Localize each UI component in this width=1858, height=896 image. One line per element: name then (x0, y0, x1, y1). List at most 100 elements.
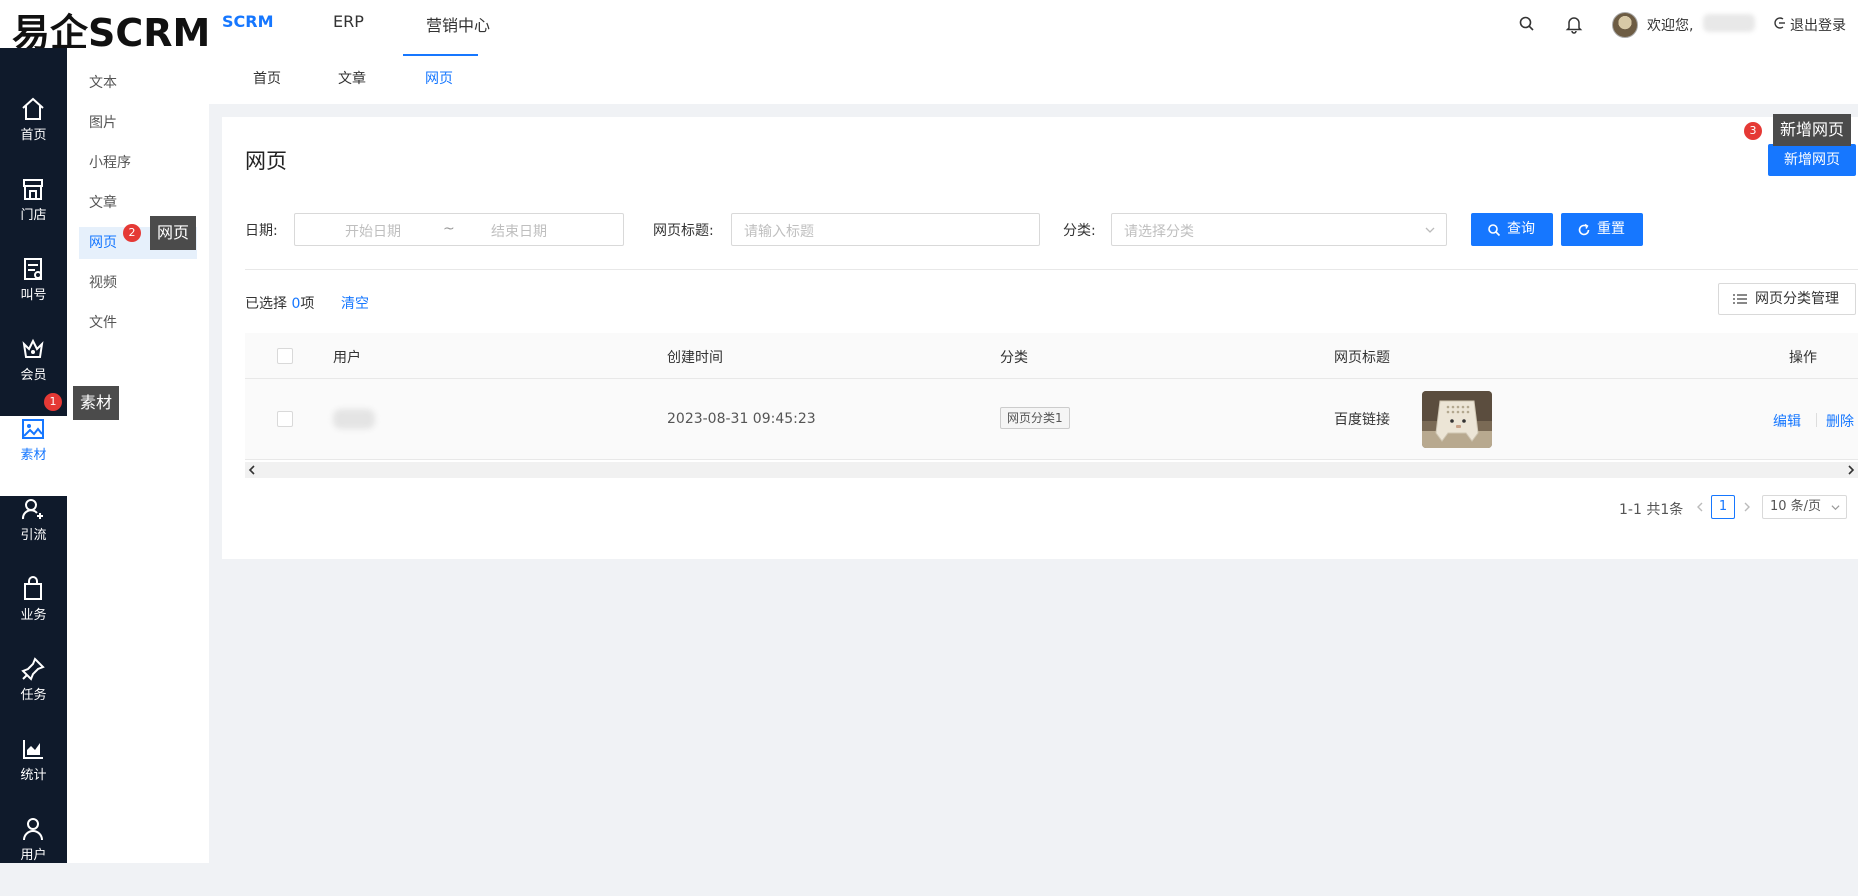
tooltip-webpage: 网页 (150, 216, 197, 250)
scroll-right-icon[interactable] (1846, 465, 1856, 475)
title-input[interactable]: 请输入标题 (731, 213, 1040, 246)
tooltip-add-webpage: 新增网页 (1773, 114, 1852, 146)
list-icon (1733, 294, 1747, 304)
step-marker-3: 3 (1744, 122, 1762, 140)
chevron-down-icon (1831, 505, 1840, 511)
rail-label: 门店 (20, 208, 47, 223)
active-tab-indicator (403, 54, 478, 56)
rail-item-user[interactable]: 用户 (0, 816, 67, 896)
refresh-icon (1578, 223, 1590, 236)
start-date-placeholder: 开始日期 (345, 224, 401, 240)
rail-label: 任务 (20, 688, 47, 703)
rail-label: 素材 (20, 448, 47, 463)
date-label: 日期: (245, 223, 278, 239)
webpage-thumbnail (1422, 391, 1492, 448)
scroll-left-icon[interactable] (247, 465, 257, 475)
rail-item-business[interactable]: 业务 (0, 576, 67, 656)
sub-item-article[interactable]: 文章 (79, 187, 197, 219)
table-row: 2023-08-31 09:45:23 网页分类1 百度链接 编辑 删除 (245, 379, 1858, 460)
rail-item-queue[interactable]: 叫号 (0, 256, 67, 336)
rail-label: 业务 (20, 608, 47, 623)
created-time-cell: 2023-08-31 09:45:23 (667, 411, 816, 427)
topnav-marketing[interactable]: 营销中心 (426, 12, 490, 36)
rail-item-traffic[interactable]: 引流 (0, 496, 67, 576)
search-icon[interactable] (1517, 14, 1537, 34)
rail-item-task[interactable]: 任务 (0, 656, 67, 736)
pin-icon (21, 657, 45, 681)
category-manage-label: 网页分类管理 (1755, 291, 1839, 307)
rail-item-material[interactable]: 素材 (0, 416, 67, 496)
tab-article[interactable]: 文章 (338, 68, 366, 88)
end-date-placeholder: 结束日期 (491, 224, 547, 240)
sub-item-miniprogram[interactable]: 小程序 (79, 147, 197, 179)
main-panel: 网页 新增网页 日期: 开始日期 ~ 结束日期 网页标题: 请输入标题 分类: … (222, 117, 1858, 559)
rail-label: 会员 (20, 368, 47, 383)
date-range-separator: ~ (443, 221, 455, 237)
sub-item-image[interactable]: 图片 (79, 107, 197, 139)
prev-page-icon[interactable] (1695, 502, 1705, 512)
sub-sidebar: 文本 图片 小程序 文章 网页 视频 文件 (67, 48, 209, 863)
row-checkbox[interactable] (277, 411, 293, 427)
select-all-checkbox[interactable] (277, 348, 293, 364)
user-cell-blurred (333, 409, 375, 429)
avatar[interactable] (1612, 12, 1638, 38)
column-header-actions: 操作 (1789, 350, 1817, 366)
column-header-created: 创建时间 (667, 350, 723, 366)
queue-icon (24, 258, 42, 280)
page-size-select[interactable]: 10 条/页 (1762, 495, 1847, 519)
username-blurred (1703, 14, 1755, 32)
date-range-picker[interactable]: 开始日期 ~ 结束日期 (294, 213, 624, 246)
page-size-label: 10 条/页 (1770, 499, 1822, 514)
page-tabs: 首页 文章 网页 (209, 48, 1858, 104)
query-button-label: 查询 (1507, 221, 1535, 237)
query-button[interactable]: 查询 (1471, 213, 1553, 246)
logout-link[interactable]: 退出登录 (1790, 15, 1846, 35)
topnav-scrm[interactable]: SCRM (222, 12, 274, 31)
category-placeholder: 请选择分类 (1124, 224, 1194, 240)
rail-item-home[interactable]: 首页 (0, 96, 67, 176)
topnav-erp[interactable]: ERP (333, 12, 364, 31)
rail-label: 统计 (20, 768, 47, 783)
sub-item-file[interactable]: 文件 (79, 307, 197, 339)
bag-icon (24, 576, 42, 600)
bell-icon[interactable] (1564, 14, 1584, 34)
user-icon (23, 818, 43, 841)
table-horizontal-scrollbar[interactable] (245, 462, 1858, 478)
home-icon (22, 97, 44, 120)
add-webpage-button[interactable]: 新增网页 (1768, 144, 1856, 176)
rail-item-stats[interactable]: 统计 (0, 736, 67, 816)
tab-webpage[interactable]: 网页 (425, 68, 453, 88)
clear-selection-link[interactable]: 清空 (341, 293, 369, 313)
sub-item-video[interactable]: 视频 (79, 267, 197, 299)
rail-label: 用户 (20, 848, 47, 863)
welcome-text: 欢迎您, (1647, 18, 1694, 34)
column-header-title: 网页标题 (1334, 350, 1390, 366)
step-marker-2: 2 (123, 224, 141, 242)
chart-icon (23, 740, 43, 759)
edit-link[interactable]: 编辑 (1773, 411, 1801, 431)
sub-item-text[interactable]: 文本 (79, 67, 197, 99)
page-title: 网页 (245, 149, 287, 173)
column-header-user: 用户 (333, 350, 361, 366)
table-header: 用户 创建时间 分类 网页标题 操作 (245, 333, 1858, 379)
logout-icon[interactable] (1773, 16, 1787, 30)
category-select[interactable]: 请选择分类 (1111, 213, 1447, 246)
reset-button-label: 重置 (1597, 221, 1625, 237)
top-bar: 易企SCRM SCRM ERP 营销中心 欢迎您, 退出登录 (0, 0, 1858, 55)
tab-home[interactable]: 首页 (253, 68, 281, 88)
delete-link[interactable]: 删除 (1826, 411, 1854, 431)
page-number-current[interactable]: 1 (1711, 495, 1735, 519)
image-icon (22, 419, 44, 439)
tooltip-material: 素材 (73, 386, 120, 420)
category-tag: 网页分类1 (1000, 407, 1070, 429)
chevron-down-icon (1425, 227, 1435, 233)
next-page-icon[interactable] (1742, 502, 1752, 512)
rail-item-store[interactable]: 门店 (0, 176, 67, 256)
main-sidebar: 首页 门店 叫号 会员 素材 引流 业务 任务 统计 用户 (0, 48, 67, 863)
category-label: 分类: (1063, 223, 1096, 239)
selection-suffix: 项 (300, 296, 315, 312)
filter-divider (245, 269, 1858, 270)
crown-icon (22, 338, 44, 358)
category-manage-button[interactable]: 网页分类管理 (1718, 283, 1856, 315)
reset-button[interactable]: 重置 (1561, 213, 1643, 246)
